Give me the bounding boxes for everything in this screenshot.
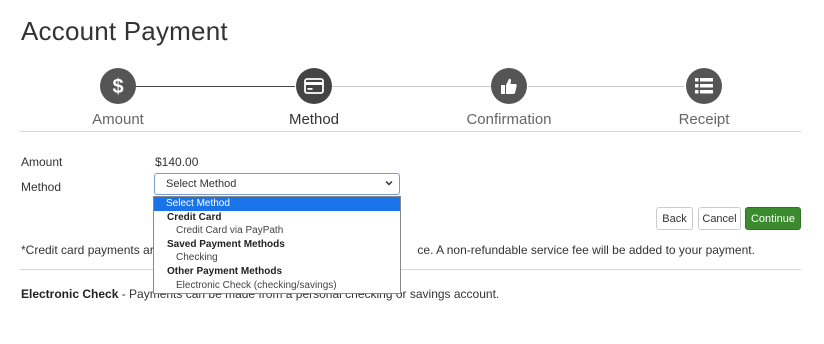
method-select[interactable]: Select Method [154, 173, 400, 195]
dropdown-option[interactable]: Electronic Check (checking/savings) [154, 279, 400, 293]
method-select-value: Select Method [166, 178, 237, 190]
dropdown-group-label: Credit Card [167, 211, 222, 223]
credit-card-note-start: *Credit card payments are h [21, 243, 171, 257]
step-label: Confirmation [466, 111, 552, 128]
method-label: Method [21, 180, 62, 194]
step-amount: $ Amount [48, 68, 188, 128]
list-icon [686, 68, 722, 104]
step-receipt: Receipt [634, 68, 774, 128]
dropdown-group-label: Other Payment Methods [167, 265, 283, 277]
step-label: Method [288, 111, 340, 128]
credit-card-icon [296, 68, 332, 104]
svg-text:$: $ [112, 76, 123, 98]
electronic-check-label: Electronic Check [21, 287, 119, 301]
step-confirmation: Confirmation [439, 68, 579, 128]
dropdown-option[interactable]: Credit Card via PayPath [154, 224, 400, 238]
amount-label: Amount [21, 155, 63, 169]
step-label: Amount [92, 111, 144, 128]
credit-card-note-end: ce. A non-refundable service fee will be… [417, 243, 755, 257]
step-method: Method [244, 68, 384, 128]
dropdown-option[interactable]: Select Method [154, 197, 400, 211]
step-label: Receipt [678, 111, 730, 128]
section-divider [20, 131, 801, 132]
dropdown-group-label: Saved Payment Methods [167, 238, 285, 250]
cancel-button[interactable]: Cancel [698, 207, 741, 230]
section-divider [20, 269, 801, 270]
dropdown-option[interactable]: Checking [154, 251, 400, 265]
progress-stepper: $ Amount Method Confirmation Receipt [0, 0, 824, 130]
method-dropdown-list[interactable]: Select Method Credit Card Credit Card vi… [153, 196, 401, 294]
continue-button[interactable]: Continue [745, 207, 801, 230]
dollar-icon: $ [100, 68, 136, 104]
back-button[interactable]: Back [656, 207, 693, 230]
thumbs-up-icon [491, 68, 527, 104]
chevron-down-icon [383, 177, 395, 192]
amount-value: $140.00 [155, 155, 199, 169]
